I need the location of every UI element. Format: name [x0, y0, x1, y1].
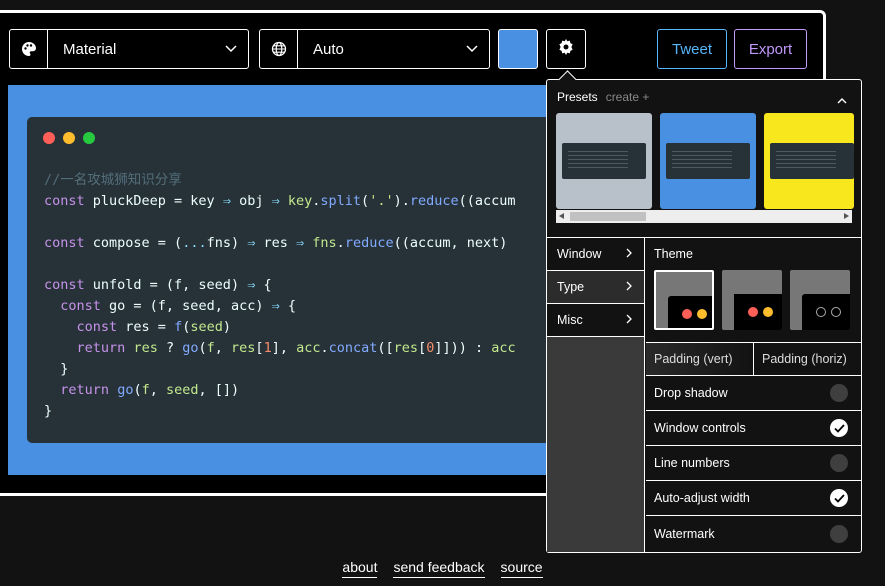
- presets-title: Presets: [557, 90, 598, 104]
- chevron-down-icon: [214, 45, 248, 53]
- menu-item-misc[interactable]: Misc: [547, 304, 644, 337]
- presets-header: Presets create +: [557, 90, 649, 104]
- window-theme-default[interactable]: [654, 270, 714, 330]
- preset-thumbnail-3[interactable]: [764, 113, 854, 209]
- code-window[interactable]: //一名攻城狮知识分享 const pluckDeep = key ⇒ obj …: [27, 117, 587, 443]
- chevron-right-icon: [626, 280, 632, 294]
- settings-button[interactable]: [546, 29, 586, 69]
- palette-icon: [10, 30, 48, 68]
- menu-item-label: Type: [557, 280, 585, 294]
- globe-icon: [260, 30, 298, 68]
- toggle-label: Drop shadow: [654, 386, 728, 400]
- code-line: const pluckDeep = key ⇒ obj ⇒ key.split(…: [44, 193, 516, 209]
- watermark-toggle[interactable]: [830, 524, 848, 543]
- source-link[interactable]: source: [500, 559, 543, 578]
- menu-item-label: Window: [557, 247, 602, 261]
- theme-preview-window: [734, 294, 782, 330]
- theme-dot: [763, 307, 773, 317]
- drop-shadow-toggle-row[interactable]: Drop shadow: [646, 376, 861, 411]
- padding-vert-slider[interactable]: Padding (vert): [646, 343, 754, 375]
- chevron-right-icon: [626, 313, 632, 327]
- about-link[interactable]: about: [342, 559, 378, 578]
- code-editor[interactable]: //一名攻城狮知识分享 const pluckDeep = key ⇒ obj …: [44, 170, 516, 422]
- theme-preview-window: [668, 296, 712, 328]
- menu-item-window[interactable]: Window: [547, 238, 644, 271]
- chevron-right-icon: [626, 247, 632, 261]
- code-line: }: [44, 403, 53, 419]
- code-line: const compose = (...fns) ⇒ res ⇒ fns.red…: [44, 235, 508, 251]
- window-controls: [43, 132, 95, 144]
- maximize-dot: [83, 132, 95, 144]
- code-line: const go = (f, seed, acc) ⇒ {: [60, 298, 296, 314]
- drop-shadow-toggle[interactable]: [830, 384, 848, 402]
- gear-icon: [558, 38, 574, 60]
- auto-adjust-width-toggle-row[interactable]: Auto-adjust width: [646, 481, 861, 516]
- window-settings: Theme Padding (vert) Padding (horiz) Dro…: [646, 238, 861, 552]
- settings-menu: Window Type Misc: [547, 238, 645, 552]
- scroll-thumb[interactable]: [570, 212, 646, 221]
- checkmark-icon: [833, 423, 845, 433]
- send-feedback-link[interactable]: send feedback: [393, 559, 485, 578]
- theme-dot: [697, 309, 707, 319]
- background-color-picker[interactable]: [498, 29, 538, 69]
- code-line: return res ? go(f, res[1], acc.concat([r…: [76, 340, 516, 356]
- theme-select[interactable]: Material: [9, 29, 249, 69]
- minimize-dot: [63, 132, 75, 144]
- padding-horiz-slider[interactable]: Padding (horiz): [754, 343, 861, 375]
- theme-dot: [748, 307, 758, 317]
- toggle-label: Watermark: [654, 526, 715, 541]
- chevron-up-icon[interactable]: [837, 91, 847, 109]
- code-line: const unfold = (f, seed) ⇒ {: [44, 277, 272, 293]
- chevron-down-icon: [455, 45, 489, 53]
- code-line: return go(f, seed, []): [60, 382, 240, 398]
- presets-create-button[interactable]: create +: [606, 90, 650, 104]
- line-numbers-toggle[interactable]: [830, 454, 848, 472]
- watermark-toggle-row[interactable]: Watermark: [646, 516, 861, 551]
- theme-title: Theme: [654, 247, 693, 261]
- language-select-value: Auto: [313, 40, 344, 58]
- theme-select-value: Material: [63, 40, 117, 58]
- code-line: //一名攻城狮知识分享: [44, 172, 182, 188]
- window-controls-toggle-row[interactable]: Window controls: [646, 411, 861, 446]
- preset-thumbnail-1[interactable]: [556, 113, 652, 209]
- toggle-label: Window controls: [654, 421, 746, 435]
- code-line: }: [44, 361, 69, 377]
- settings-panel: Presets create + Window Type Misc Theme: [546, 79, 862, 553]
- tweet-button[interactable]: Tweet: [657, 29, 727, 69]
- toggle-label: Auto-adjust width: [654, 491, 750, 505]
- toggle-label: Line numbers: [654, 456, 730, 470]
- theme-dot: [816, 307, 826, 317]
- theme-dot: [831, 307, 841, 317]
- auto-adjust-width-toggle[interactable]: [830, 489, 848, 507]
- line-numbers-toggle-row[interactable]: Line numbers: [646, 446, 861, 481]
- theme-preview-window: [802, 294, 850, 330]
- code-line: const res = f(seed): [76, 319, 231, 335]
- preset-code-window: [770, 143, 854, 179]
- menu-item-type[interactable]: Type: [547, 271, 644, 304]
- scroll-right-icon[interactable]: [844, 213, 849, 219]
- theme-dot: [682, 309, 692, 319]
- preset-thumbnail-2[interactable]: [660, 113, 756, 209]
- footer: about send feedback source: [0, 559, 885, 578]
- preset-code-window: [562, 143, 646, 179]
- window-theme-bw[interactable]: [790, 270, 850, 330]
- padding-controls: Padding (vert) Padding (horiz): [646, 342, 861, 376]
- window-theme-sharp[interactable]: [722, 270, 782, 330]
- scroll-left-icon[interactable]: [559, 213, 564, 219]
- language-select[interactable]: Auto: [259, 29, 490, 69]
- menu-item-label: Misc: [557, 313, 583, 327]
- window-controls-toggle[interactable]: [830, 419, 848, 437]
- export-button[interactable]: Export: [734, 29, 807, 69]
- close-dot: [43, 132, 55, 144]
- checkmark-icon: [833, 493, 845, 503]
- presets-scrollbar[interactable]: [556, 210, 852, 223]
- preset-code-window: [666, 143, 750, 179]
